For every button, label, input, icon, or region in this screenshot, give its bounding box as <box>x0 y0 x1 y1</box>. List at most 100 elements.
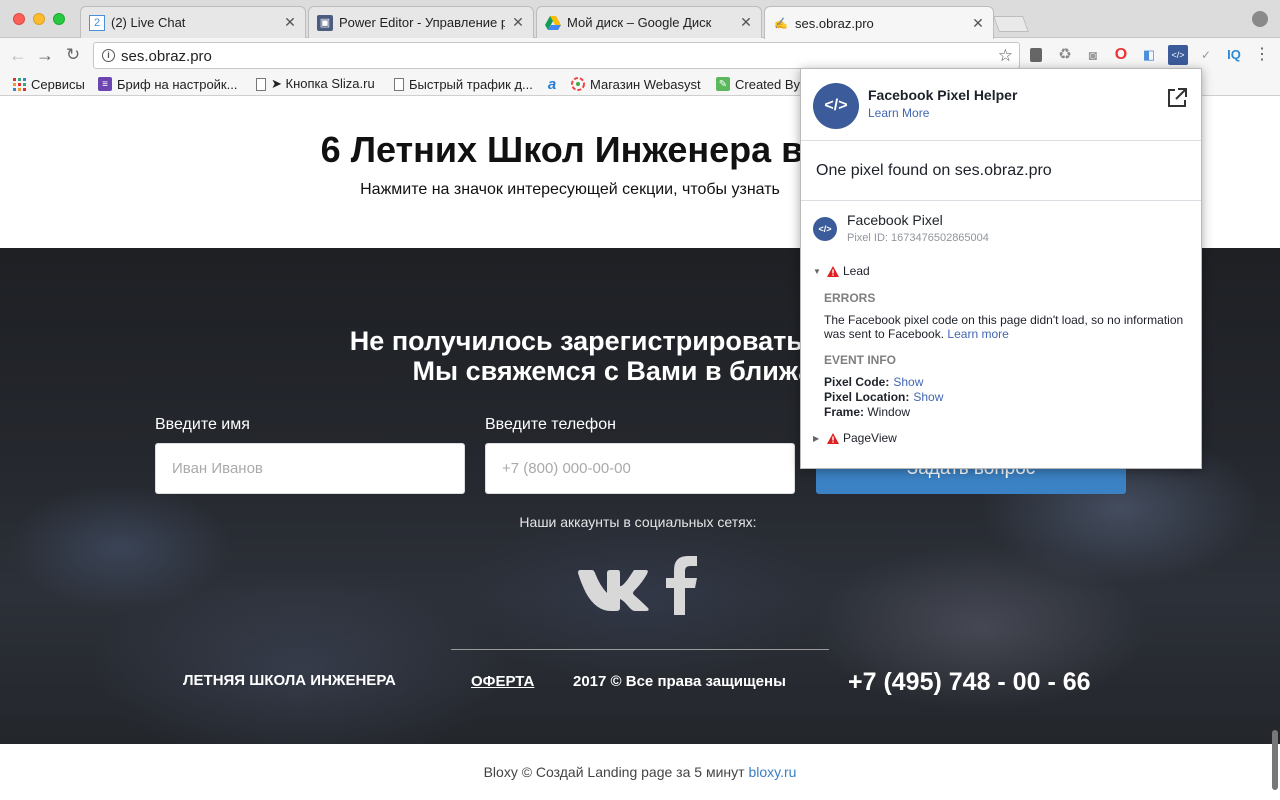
frame-label: Frame: <box>824 405 865 419</box>
page-scrollbar[interactable] <box>1272 730 1278 790</box>
site-favicon-icon: ✍ <box>774 17 788 30</box>
close-tab-icon[interactable]: ✕ <box>739 14 753 31</box>
caret-right-icon: ▶ <box>813 433 820 443</box>
pixel-helper-title: Facebook Pixel Helper <box>868 87 1018 103</box>
bloxy-text: Bloxy © Создай Landing page за 5 минут <box>483 764 745 780</box>
footer-phone[interactable]: +7 (495) 748 - 00 - 66 <box>848 668 1091 697</box>
event-pageview-label: PageView <box>843 431 897 445</box>
phone-input[interactable]: +7 (800) 000-00-00 <box>485 443 795 494</box>
close-window-button[interactable] <box>13 13 25 25</box>
profile-icon[interactable] <box>1252 11 1268 27</box>
event-info-title: EVENT INFO <box>824 353 897 367</box>
vk-icon[interactable] <box>578 566 650 612</box>
page-icon <box>394 77 404 91</box>
close-tab-icon[interactable]: ✕ <box>511 14 525 31</box>
tab-strip: 2 (2) Live Chat ✕ ▣ Power Editor - Управ… <box>0 0 1280 39</box>
webasyst-icon <box>571 77 585 91</box>
google-drive-favicon-icon <box>545 15 561 31</box>
a-letter-icon: a <box>547 75 557 93</box>
tab-title: Мой диск – Google Диск <box>567 15 712 30</box>
menu-kebab-icon[interactable]: ⋮ <box>1254 47 1270 63</box>
bookmark-sliza[interactable]: ➤ Кнопка Sliza.ru <box>256 75 375 93</box>
pixel-code-icon: </> <box>813 217 837 241</box>
facebook-pixel-helper-extension-icon[interactable]: </> <box>1168 45 1188 65</box>
forward-arrow-icon[interactable]: → <box>35 45 55 65</box>
bookmark-fast-traffic[interactable]: Быстрый трафик д... <box>394 75 533 93</box>
tab-ses-obraz[interactable]: ✍ ses.obraz.pro ✕ <box>764 6 994 39</box>
pixel-code-label: Pixel Code: <box>824 375 890 389</box>
name-label: Введите имя <box>155 416 250 433</box>
bookmark-label: Быстрый трафик д... <box>409 76 533 92</box>
bloxy-footer: Bloxy © Создай Landing page за 5 минут b… <box>0 744 1280 800</box>
close-tab-icon[interactable]: ✕ <box>283 14 297 31</box>
pixel-location-show-link[interactable]: Show <box>913 390 943 404</box>
pixel-code-show-link[interactable]: Show <box>893 375 923 389</box>
address-bar[interactable]: i ses.obraz.pro ☆ <box>93 42 1020 69</box>
back-arrow-icon[interactable]: ← <box>8 45 28 65</box>
pixels-found-text: One pixel found on ses.obraz.pro <box>816 162 1052 179</box>
social-title: Наши аккаунты в социальных сетях: <box>519 514 757 530</box>
frame-value: Window <box>867 405 911 419</box>
extension-tag-icon[interactable]: ◧ <box>1141 47 1157 63</box>
bookmark-label: Сервисы <box>31 76 85 92</box>
extension-recycle-icon[interactable]: ♻ <box>1057 47 1073 63</box>
extension-opera-icon[interactable]: O <box>1113 47 1129 63</box>
chat-favicon-icon: 2 <box>89 14 105 31</box>
created-by-icon: ✎ <box>716 77 730 91</box>
pixel-location-label: Pixel Location: <box>824 390 910 404</box>
pixel-helper-header: </> Facebook Pixel Helper Learn More <box>801 69 1201 141</box>
bookmark-brief[interactable]: ≡ Бриф на настройк... <box>98 75 237 93</box>
address-url[interactable]: ses.obraz.pro <box>121 48 212 65</box>
event-lead-label: Lead <box>843 264 870 278</box>
offer-link[interactable]: ОФЕРТА <box>471 673 534 690</box>
reload-icon[interactable]: ↻ <box>63 45 83 65</box>
bookmark-star-icon[interactable]: ☆ <box>998 46 1013 66</box>
extension-iq-icon[interactable]: IQ <box>1224 47 1244 63</box>
bookmark-label: Бриф на настройк... <box>117 76 238 92</box>
bookmark-label: Created By <box>735 76 801 92</box>
bloxy-footer-text: Bloxy © Создай Landing page за 5 минут b… <box>0 764 1280 780</box>
bloxy-link[interactable]: bloxy.ru <box>748 764 796 780</box>
facebook-icon[interactable] <box>664 555 700 615</box>
close-tab-icon[interactable]: ✕ <box>971 15 985 32</box>
learn-more-link[interactable]: Learn More <box>868 106 929 120</box>
error-learn-more-link[interactable]: Learn more <box>947 327 1008 341</box>
bookmark-a[interactable]: a <box>545 75 564 93</box>
pixel-code-row: Pixel Code: Show <box>824 375 923 389</box>
tab-google-drive[interactable]: Мой диск – Google Диск ✕ <box>536 6 762 38</box>
tab-title: (2) Live Chat <box>111 15 186 30</box>
event-pageview-toggle[interactable]: ▶ PageView <box>813 431 897 445</box>
errors-title: ERRORS <box>824 291 876 305</box>
tab-live-chat[interactable]: 2 (2) Live Chat ✕ <box>80 6 306 38</box>
new-tab-button[interactable] <box>993 16 1029 32</box>
tab-power-editor[interactable]: ▣ Power Editor - Управление ре ✕ <box>308 6 534 38</box>
tab-title: Power Editor - Управление ре <box>339 15 505 30</box>
event-lead-toggle[interactable]: ▼ Lead <box>813 264 870 278</box>
tab-title: ses.obraz.pro <box>795 15 874 31</box>
error-message: The Facebook pixel code on this page did… <box>824 313 1194 341</box>
pixel-helper-popup: </> Facebook Pixel Helper Learn More One… <box>800 68 1202 469</box>
maximize-window-button[interactable] <box>53 13 65 25</box>
bookmark-created-by[interactable]: ✎ Created By <box>716 75 800 93</box>
caret-down-icon: ▼ <box>813 266 821 276</box>
page-icon <box>256 77 266 91</box>
frame-row: Frame: Window <box>824 405 910 419</box>
browser-toolbar: ← → ↻ i ses.obraz.pro ☆ ♻ ◙ O ◧ </> ✓ IQ… <box>0 38 1280 72</box>
bookmark-webasyst[interactable]: Магазин Webasyst <box>571 75 701 93</box>
extension-book-icon[interactable] <box>1030 48 1042 62</box>
extension-check-icon[interactable]: ✓ <box>1198 47 1214 63</box>
site-info-icon[interactable]: i <box>102 49 115 62</box>
open-external-icon[interactable] <box>1166 87 1188 109</box>
name-input[interactable]: Иван Иванов <box>155 443 465 494</box>
extension-camera-icon[interactable]: ◙ <box>1085 47 1101 63</box>
bookmark-label: Магазин Webasyst <box>590 76 701 92</box>
footer-brand: ЛЕТНЯЯ ШКОЛА ИНЖЕНЕРА <box>183 672 396 689</box>
bookmark-services[interactable]: Сервисы <box>12 75 85 93</box>
footer-divider <box>451 649 829 650</box>
phone-label: Введите телефон <box>485 416 616 433</box>
pixel-helper-logo-icon: </> <box>813 83 859 129</box>
apps-grid-icon <box>12 77 26 91</box>
footer-copyright: 2017 © Все права защищены <box>573 673 786 690</box>
bookmark-label: ➤ Кнопка Sliza.ru <box>271 76 375 91</box>
minimize-window-button[interactable] <box>33 13 45 25</box>
